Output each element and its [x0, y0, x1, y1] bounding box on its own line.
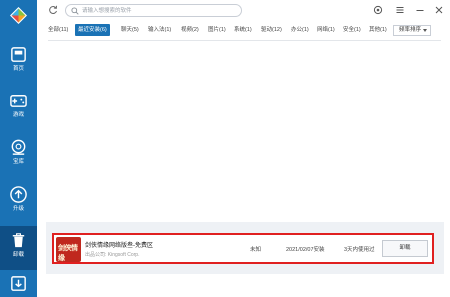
app-list-item[interactable]: 剑侠情缘 剑侠情缘网络版叁-免费区 出品公司: Kingsoft Corp. 未… — [52, 233, 434, 264]
trash-icon — [12, 233, 25, 248]
sidebar-item-label: 升级 — [12, 206, 24, 212]
sidebar-item-label: 宝库 — [12, 159, 24, 165]
tab-chat[interactable]: 聊天(5) — [121, 24, 139, 36]
close-icon[interactable] — [434, 5, 444, 15]
tab-driver[interactable]: 驱动(12) — [261, 24, 282, 36]
sidebar-item-uninstall[interactable]: 卸载 — [0, 226, 37, 270]
tab-other[interactable]: 其他(1) — [369, 24, 387, 36]
uninstall-button[interactable]: 卸载 — [382, 240, 428, 257]
app-install-date: 2021/02/07安装 — [286, 247, 325, 253]
sidebar-item-upgrade[interactable]: 升级 — [0, 180, 37, 224]
sidebar-item-vault[interactable]: 宝库 — [0, 133, 37, 177]
download-icon — [11, 276, 26, 291]
app-logo-icon — [10, 7, 27, 24]
refresh-icon[interactable] — [48, 5, 58, 15]
tab-all[interactable]: 全部(11) — [48, 24, 68, 36]
search-input[interactable]: 请输入想搜索的软件 — [65, 4, 242, 17]
tab-office[interactable]: 办公(1) — [291, 24, 309, 36]
upgrade-icon — [10, 186, 27, 203]
sidebar-item-label: 游戏 — [12, 112, 24, 118]
sidebar-item-download[interactable] — [0, 270, 37, 297]
divider — [48, 40, 441, 41]
tab-system[interactable]: 系统(1) — [234, 24, 252, 36]
gamepad-icon — [10, 95, 27, 107]
app-last-used: 3天内使用过 — [344, 247, 375, 253]
tab-security[interactable]: 安全(1) — [343, 24, 361, 36]
app-icon: 剑侠情缘 — [56, 237, 81, 262]
app-icon-text: 剑侠情缘 — [58, 243, 78, 262]
minimize-icon[interactable] — [415, 5, 425, 15]
tab-network[interactable]: 网络(1) — [317, 24, 335, 36]
tab-video[interactable]: 视频(2) — [181, 24, 199, 36]
sidebar-item-label: 卸载 — [12, 252, 24, 258]
sidebar-item-home[interactable]: 首页 — [0, 40, 37, 84]
home-icon — [11, 47, 26, 62]
sort-dropdown[interactable]: 频率排序 — [393, 25, 431, 36]
chevron-down-icon — [423, 29, 427, 32]
vault-icon — [11, 139, 26, 155]
sidebar: 首页 游戏 宝库 升级 卸载 — [0, 0, 37, 297]
menu-icon[interactable] — [395, 5, 405, 15]
tab-image[interactable]: 图片(1) — [208, 24, 226, 36]
search-icon — [71, 7, 79, 15]
sort-label: 频率排序 — [399, 27, 422, 33]
search-placeholder: 请输入想搜索的软件 — [82, 8, 132, 14]
app-publisher: 出品公司: Kingsoft Corp. — [85, 252, 140, 258]
app-size: 未知 — [250, 247, 262, 253]
sidebar-item-label: 首页 — [12, 66, 24, 72]
settings-icon[interactable] — [373, 5, 383, 15]
tab-recent[interactable]: 最近安装(6) — [75, 24, 110, 36]
sidebar-item-games[interactable]: 游戏 — [0, 86, 37, 130]
app-name: 剑侠情缘网络版叁-免费区 — [85, 243, 153, 249]
tab-input[interactable]: 输入法(1) — [148, 24, 171, 36]
top-bar: 请输入想搜索的软件 — [37, 0, 450, 22]
